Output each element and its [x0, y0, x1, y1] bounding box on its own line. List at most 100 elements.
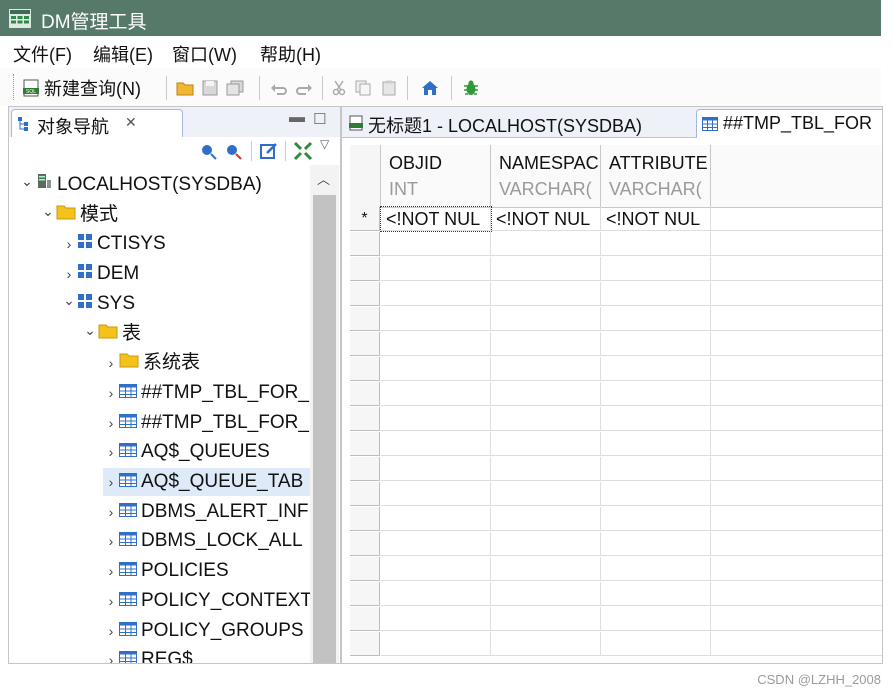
grid-cell[interactable] [601, 482, 711, 506]
grid-cell[interactable] [381, 607, 491, 631]
row-header[interactable] [350, 307, 380, 331]
save-button[interactable] [202, 77, 218, 99]
grid-cell[interactable] [491, 532, 601, 556]
grid-cell[interactable] [601, 257, 711, 281]
grid-cell[interactable] [381, 282, 491, 306]
row-header[interactable]: * [350, 207, 380, 231]
grid-cell[interactable] [491, 557, 601, 581]
grid-cell[interactable] [381, 307, 491, 331]
close-icon[interactable]: ✕ [125, 114, 137, 131]
grid-cell[interactable] [491, 407, 601, 431]
chevron-right-icon[interactable]: › [103, 557, 119, 585]
row-header[interactable] [350, 407, 380, 431]
tree-item[interactable]: ⌄ 表 [82, 320, 141, 348]
edit-icon[interactable] [259, 141, 279, 161]
tree-item[interactable]: ⌄ 模式 [40, 201, 118, 229]
tree-item[interactable]: › 系统表 [103, 349, 200, 377]
copy-button[interactable] [355, 77, 371, 99]
chevron-right-icon[interactable]: › [103, 438, 119, 466]
grid-cell[interactable] [491, 257, 601, 281]
tree-item[interactable]: › ##TMP_TBL_FOR_ [103, 379, 309, 407]
row-header[interactable] [350, 507, 380, 531]
chevron-right-icon[interactable]: › [61, 230, 77, 258]
tree-item[interactable]: › POLICIES [103, 557, 229, 585]
grid-cell[interactable] [601, 357, 711, 381]
row-header[interactable] [350, 232, 380, 256]
tree-item[interactable]: › ##TMP_TBL_FOR_ [103, 409, 309, 437]
redo-button[interactable] [295, 77, 313, 99]
tree-item[interactable]: ⌄ LOCALHOST(SYSDBA) [19, 171, 262, 199]
grid-cell[interactable] [601, 307, 711, 331]
chevron-down-icon[interactable]: ⌄ [19, 167, 35, 195]
row-header[interactable] [350, 332, 380, 356]
row-header[interactable] [350, 382, 380, 406]
tree-item[interactable]: › DEM [61, 260, 140, 288]
grid-cell[interactable] [601, 457, 711, 481]
tree-item[interactable]: › POLICY_GROUPS [103, 617, 304, 645]
grid-cell[interactable] [601, 382, 711, 406]
grid-cell[interactable] [491, 632, 601, 656]
grid-cell[interactable] [381, 432, 491, 456]
disconnect-icon[interactable] [224, 141, 244, 161]
column-header-attribute[interactable]: ATTRIBUTE VARCHAR( [601, 145, 711, 208]
grid-cell[interactable] [491, 507, 601, 531]
scroll-up-icon[interactable]: ︿ [317, 169, 330, 188]
grid-cell[interactable] [491, 232, 601, 256]
tree-item[interactable]: › AQ$_QUEUE_TAB [103, 468, 324, 496]
grid-cell[interactable] [601, 282, 711, 306]
new-query-button[interactable]: SQL 新建查询(N) [22, 77, 141, 99]
tree-item[interactable]: ⌄ SYS [61, 290, 135, 318]
minimize-icon[interactable]: ▬ [289, 109, 305, 127]
chevron-right-icon[interactable]: › [103, 498, 119, 526]
chevron-right-icon[interactable]: › [103, 349, 119, 377]
home-button[interactable] [421, 77, 439, 99]
grid-cell[interactable] [601, 432, 711, 456]
grid-cell[interactable] [381, 407, 491, 431]
chevron-down-icon[interactable]: ⌄ [61, 286, 77, 314]
grid-cell[interactable] [601, 507, 711, 531]
grid-cell[interactable] [381, 232, 491, 256]
grid-cell[interactable] [601, 532, 711, 556]
grid-cell[interactable] [491, 482, 601, 506]
tree-item[interactable]: › REG$ [103, 646, 193, 663]
row-header[interactable] [350, 632, 380, 656]
chevron-right-icon[interactable]: › [103, 409, 119, 437]
grid-cell[interactable] [381, 457, 491, 481]
menu-window[interactable]: 窗口(W) [172, 41, 237, 67]
row-header[interactable] [350, 607, 380, 631]
chevron-down-icon[interactable]: ⌄ [40, 197, 56, 225]
grid-cell[interactable] [491, 282, 601, 306]
chevron-right-icon[interactable]: › [103, 527, 119, 555]
row-header[interactable] [350, 482, 380, 506]
grid-cell[interactable] [601, 582, 711, 606]
scrollbar-thumb[interactable] [313, 195, 336, 663]
grid-cell[interactable]: <!NOT NUL [380, 206, 492, 232]
row-header[interactable] [350, 357, 380, 381]
menu-edit[interactable]: 编辑(E) [93, 41, 153, 67]
tab-object-navigator[interactable]: 对象导航 ✕ [11, 109, 183, 137]
grid-cell[interactable] [601, 607, 711, 631]
grid-cell[interactable] [381, 532, 491, 556]
grid-cell[interactable] [381, 632, 491, 656]
debug-button[interactable] [462, 77, 480, 99]
row-header[interactable] [350, 457, 380, 481]
grid-cell[interactable] [491, 582, 601, 606]
row-header[interactable] [350, 557, 380, 581]
chevron-right-icon[interactable]: › [103, 617, 119, 645]
row-header[interactable] [350, 582, 380, 606]
tree-item[interactable]: › CTISYS [61, 230, 166, 258]
tree-item[interactable]: › DBMS_ALERT_INF [103, 498, 309, 526]
row-header[interactable] [350, 282, 380, 306]
grid-cell[interactable] [381, 507, 491, 531]
chevron-down-icon[interactable]: ⌄ [82, 316, 98, 344]
menu-help[interactable]: 帮助(H) [260, 41, 321, 67]
grid-cell[interactable] [601, 407, 711, 431]
grid-cell[interactable] [381, 332, 491, 356]
grid-cell[interactable] [381, 582, 491, 606]
grid-cell[interactable] [381, 482, 491, 506]
chevron-right-icon[interactable]: › [103, 379, 119, 407]
grid-cell[interactable] [601, 632, 711, 656]
column-header-objid[interactable]: OBJID INT [381, 145, 491, 208]
grid-cell[interactable] [601, 232, 711, 256]
grid-cell[interactable] [491, 457, 601, 481]
